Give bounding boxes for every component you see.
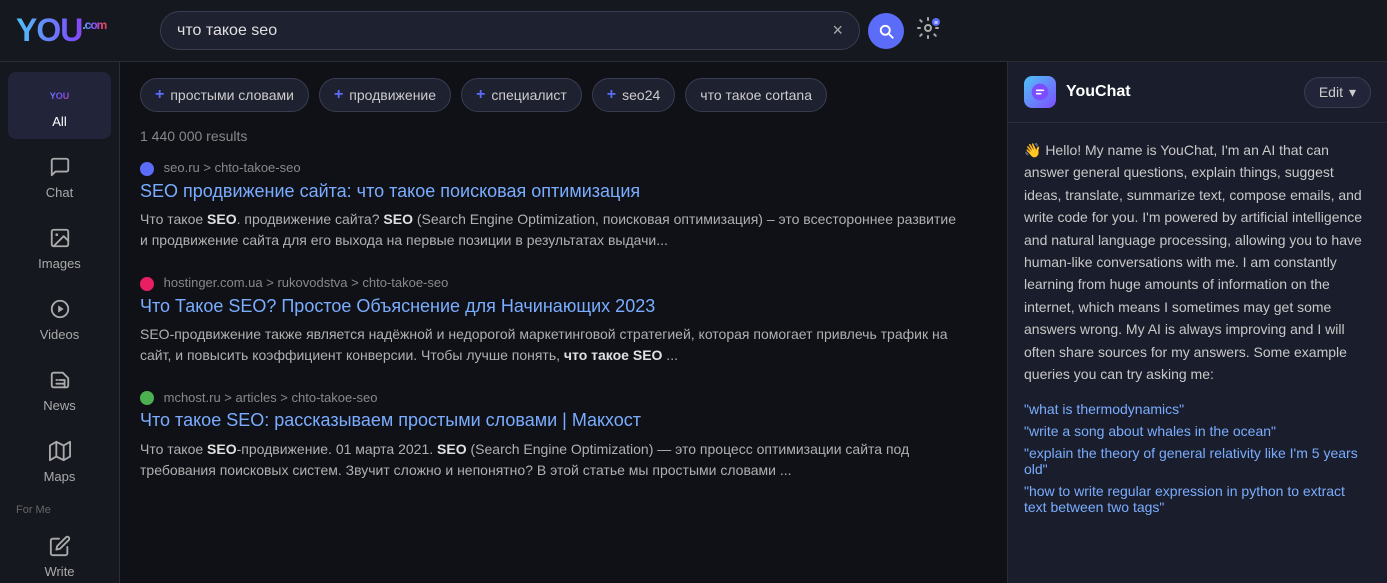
chip-1[interactable]: + продвижение [319, 78, 451, 112]
chip-label-3: seo24 [622, 87, 660, 103]
main-layout: YOU All Chat Images Videos News [0, 62, 1387, 583]
youchat-example-3[interactable]: "how to write regular expression in pyth… [1024, 483, 1371, 515]
images-icon [46, 224, 74, 252]
write-icon [46, 532, 74, 560]
result-snippet-1: SEO-продвижение также является надёжной … [140, 324, 960, 366]
youchat-avatar [1024, 76, 1056, 108]
chip-3[interactable]: + seo24 [592, 78, 676, 112]
result-item-1: hostinger.com.ua > rukovodstva > chto-ta… [140, 275, 960, 366]
chip-label-0: простыми словами [170, 87, 294, 103]
youchat-header: YouChat Edit ▾ [1008, 62, 1387, 123]
logo-superscript: .com [82, 18, 106, 32]
youchat-example-0[interactable]: "what is thermodynamics" [1024, 401, 1371, 417]
result-title-0[interactable]: SEO продвижение сайта: что такое поисков… [140, 180, 960, 203]
youchat-body: 👋 Hello! My name is YouChat, I'm an AI t… [1008, 123, 1387, 583]
sidebar-label-images: Images [38, 256, 81, 271]
youchat-example-2[interactable]: "explain the theory of general relativit… [1024, 445, 1371, 477]
edit-button-label: Edit [1319, 84, 1343, 100]
result-favicon-1 [140, 277, 154, 291]
chips-row: + простыми словами + продвижение + специ… [140, 78, 987, 112]
settings-button[interactable]: ≡ [916, 16, 940, 46]
sidebar-label-videos: Videos [40, 327, 80, 342]
chat-icon [46, 153, 74, 181]
result-favicon-2 [140, 391, 154, 405]
chip-plus-2: + [476, 86, 485, 104]
all-icon: YOU [46, 82, 74, 110]
chip-label-1: продвижение [349, 87, 436, 103]
chip-0[interactable]: + простыми словами [140, 78, 309, 112]
sidebar-item-all[interactable]: YOU All [8, 72, 111, 139]
result-domain-1: hostinger.com.ua > rukovodstva > chto-ta… [140, 275, 960, 291]
sidebar-item-news[interactable]: News [8, 356, 111, 423]
result-domain-2: mchost.ru > articles > chto-takoe-seo [140, 390, 960, 406]
result-domain-text-2: mchost.ru > articles > chto-takoe-seo [164, 390, 378, 405]
settings-icon: ≡ [916, 16, 940, 40]
sidebar-item-chat[interactable]: Chat [8, 143, 111, 210]
youchat-example-1[interactable]: "write a song about whales in the ocean" [1024, 423, 1371, 439]
sidebar-label-news: News [43, 398, 76, 413]
result-title-2[interactable]: Что такое SEO: рассказываем простыми сло… [140, 409, 960, 432]
results-count: 1 440 000 results [140, 128, 987, 144]
chip-label-2: специалист [491, 87, 566, 103]
chip-label-4: что такое cortana [700, 87, 812, 103]
result-title-1[interactable]: Что Такое SEO? Простое Объяснение для На… [140, 295, 960, 318]
result-snippet-2: Что такое SEO-продвижение. 01 марта 2021… [140, 439, 960, 481]
header: YOU.com × ≡ [0, 0, 1387, 62]
sidebar-label-write: Write [44, 564, 74, 579]
chip-plus-0: + [155, 86, 164, 104]
edit-button[interactable]: Edit ▾ [1304, 77, 1371, 108]
chip-plus-1: + [334, 86, 343, 104]
search-input[interactable] [177, 22, 824, 40]
maps-icon [46, 437, 74, 465]
chevron-down-icon: ▾ [1349, 84, 1356, 101]
sidebar-label-all: All [52, 114, 66, 129]
youchat-title: YouChat [1066, 83, 1131, 101]
chip-4[interactable]: что такое cortana [685, 78, 827, 112]
search-button[interactable] [868, 13, 904, 49]
result-snippet-0: Что такое SEO. продвижение сайта? SEO (S… [140, 209, 960, 251]
news-icon [46, 366, 74, 394]
sidebar-item-maps[interactable]: Maps [8, 427, 111, 494]
result-item-2: mchost.ru > articles > chto-takoe-seo Чт… [140, 390, 960, 481]
result-domain-text-0: seo.ru > chto-takoe-seo [164, 160, 301, 175]
result-domain-0: seo.ru > chto-takoe-seo [140, 160, 960, 176]
sidebar-label-chat: Chat [46, 185, 73, 200]
result-item-0: seo.ru > chto-takoe-seo SEO продвижение … [140, 160, 960, 251]
clear-button[interactable]: × [832, 20, 843, 41]
svg-text:≡: ≡ [934, 20, 938, 27]
search-bar: × [160, 11, 860, 50]
sidebar: YOU All Chat Images Videos News [0, 62, 120, 583]
sidebar-item-videos[interactable]: Videos [8, 285, 111, 352]
chip-2[interactable]: + специалист [461, 78, 582, 112]
sidebar-item-images[interactable]: Images [8, 214, 111, 281]
chip-plus-3: + [607, 86, 616, 104]
youchat-title-row: YouChat [1024, 76, 1131, 108]
result-domain-text-1: hostinger.com.ua > rukovodstva > chto-ta… [164, 275, 449, 290]
sidebar-item-write[interactable]: Write [8, 522, 111, 583]
videos-icon [46, 295, 74, 323]
youchat-message: 👋 Hello! My name is YouChat, I'm an AI t… [1024, 139, 1371, 385]
logo: YOU.com [16, 12, 136, 49]
result-favicon-0 [140, 162, 154, 176]
for-me-label: For Me [0, 496, 119, 520]
content-area: + простыми словами + продвижение + специ… [120, 62, 1007, 583]
search-icon [877, 22, 895, 40]
sidebar-label-maps: Maps [44, 469, 76, 484]
youchat-panel: YouChat Edit ▾ 👋 Hello! My name is YouCh… [1007, 62, 1387, 583]
